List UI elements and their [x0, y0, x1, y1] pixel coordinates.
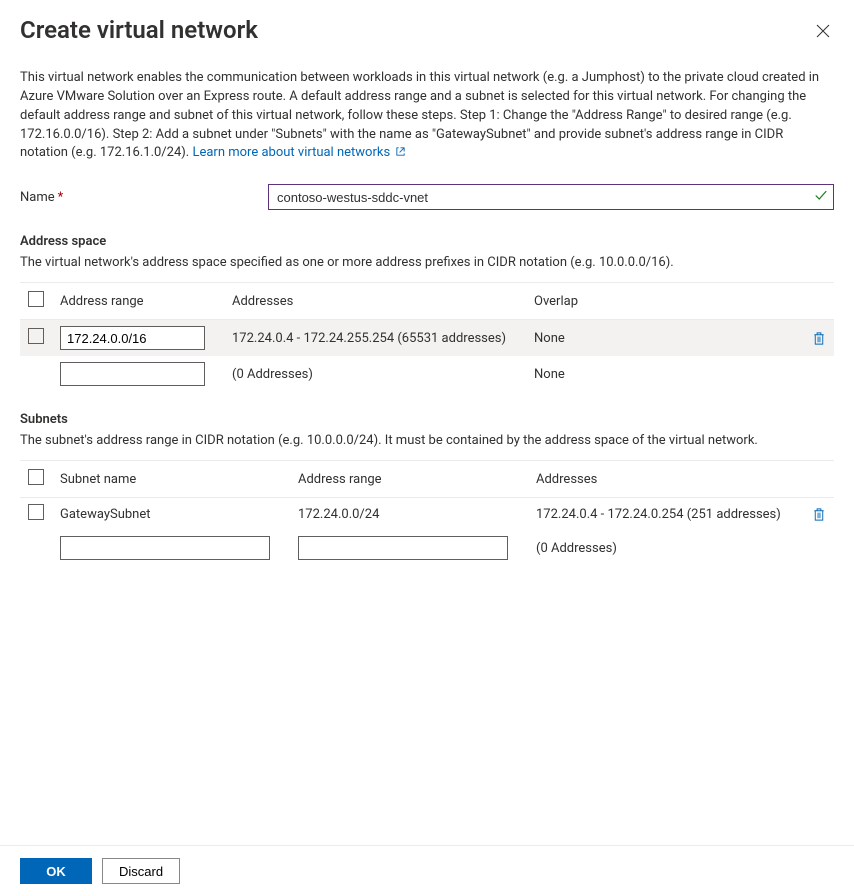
- discard-button[interactable]: Discard: [102, 858, 180, 884]
- external-link-icon: [395, 145, 406, 164]
- trash-icon: [812, 331, 826, 346]
- overlap-cell: None: [526, 356, 804, 392]
- subnet-row: GatewaySubnet 172.24.0.0/24 172.24.0.4 -…: [20, 498, 834, 531]
- subnet-name-cell: GatewaySubnet: [52, 498, 290, 531]
- col-subnet-addresses: Addresses: [528, 461, 804, 498]
- address-range-input[interactable]: [60, 362, 205, 386]
- required-indicator: *: [58, 190, 64, 205]
- subnet-range-input[interactable]: [298, 536, 508, 560]
- subnet-addresses-cell: 172.24.0.4 - 172.24.0.254 (251 addresses…: [528, 498, 804, 531]
- subnet-addresses-cell: (0 Addresses): [528, 530, 804, 566]
- delete-row-button[interactable]: [812, 331, 826, 346]
- select-all-addresses-checkbox[interactable]: [28, 291, 44, 307]
- subnet-name-input[interactable]: [60, 536, 270, 560]
- learn-more-link[interactable]: Learn more about virtual networks: [192, 145, 406, 160]
- subnets-title: Subnets: [20, 412, 834, 427]
- row-checkbox[interactable]: [28, 328, 44, 344]
- page-title: Create virtual network: [20, 16, 812, 45]
- row-checkbox[interactable]: [28, 504, 44, 520]
- col-subnet-name: Subnet name: [52, 461, 290, 498]
- subnet-row: (0 Addresses): [20, 530, 834, 566]
- check-icon: [814, 189, 828, 206]
- delete-row-button[interactable]: [812, 507, 826, 522]
- name-label: Name*: [20, 190, 268, 205]
- footer: OK Discard: [0, 845, 854, 896]
- address-range-input[interactable]: [60, 326, 205, 350]
- address-space-title: Address space: [20, 234, 834, 249]
- col-address-range: Address range: [52, 283, 224, 320]
- trash-icon: [812, 507, 826, 522]
- col-subnet-range: Address range: [290, 461, 528, 498]
- select-all-subnets-checkbox[interactable]: [28, 469, 44, 485]
- col-overlap: Overlap: [526, 283, 804, 320]
- address-space-table: Address range Addresses Overlap 172.24.0…: [20, 282, 834, 392]
- close-button[interactable]: [812, 20, 834, 45]
- subnets-desc: The subnet's address range in CIDR notat…: [20, 433, 834, 448]
- addresses-cell: (0 Addresses): [224, 356, 526, 392]
- overlap-cell: None: [526, 320, 804, 357]
- close-icon: [816, 23, 830, 42]
- subnet-range-cell: 172.24.0.0/24: [290, 498, 528, 531]
- address-space-desc: The virtual network's address space spec…: [20, 255, 834, 270]
- address-row: 172.24.0.4 - 172.24.255.254 (65531 addre…: [20, 320, 834, 357]
- col-addresses: Addresses: [224, 283, 526, 320]
- address-row: (0 Addresses) None: [20, 356, 834, 392]
- intro-text: This virtual network enables the communi…: [20, 69, 834, 164]
- subnets-table: Subnet name Address range Addresses Gate…: [20, 460, 834, 566]
- addresses-cell: 172.24.0.4 - 172.24.255.254 (65531 addre…: [224, 320, 526, 357]
- name-input[interactable]: [268, 184, 834, 210]
- ok-button[interactable]: OK: [20, 858, 92, 884]
